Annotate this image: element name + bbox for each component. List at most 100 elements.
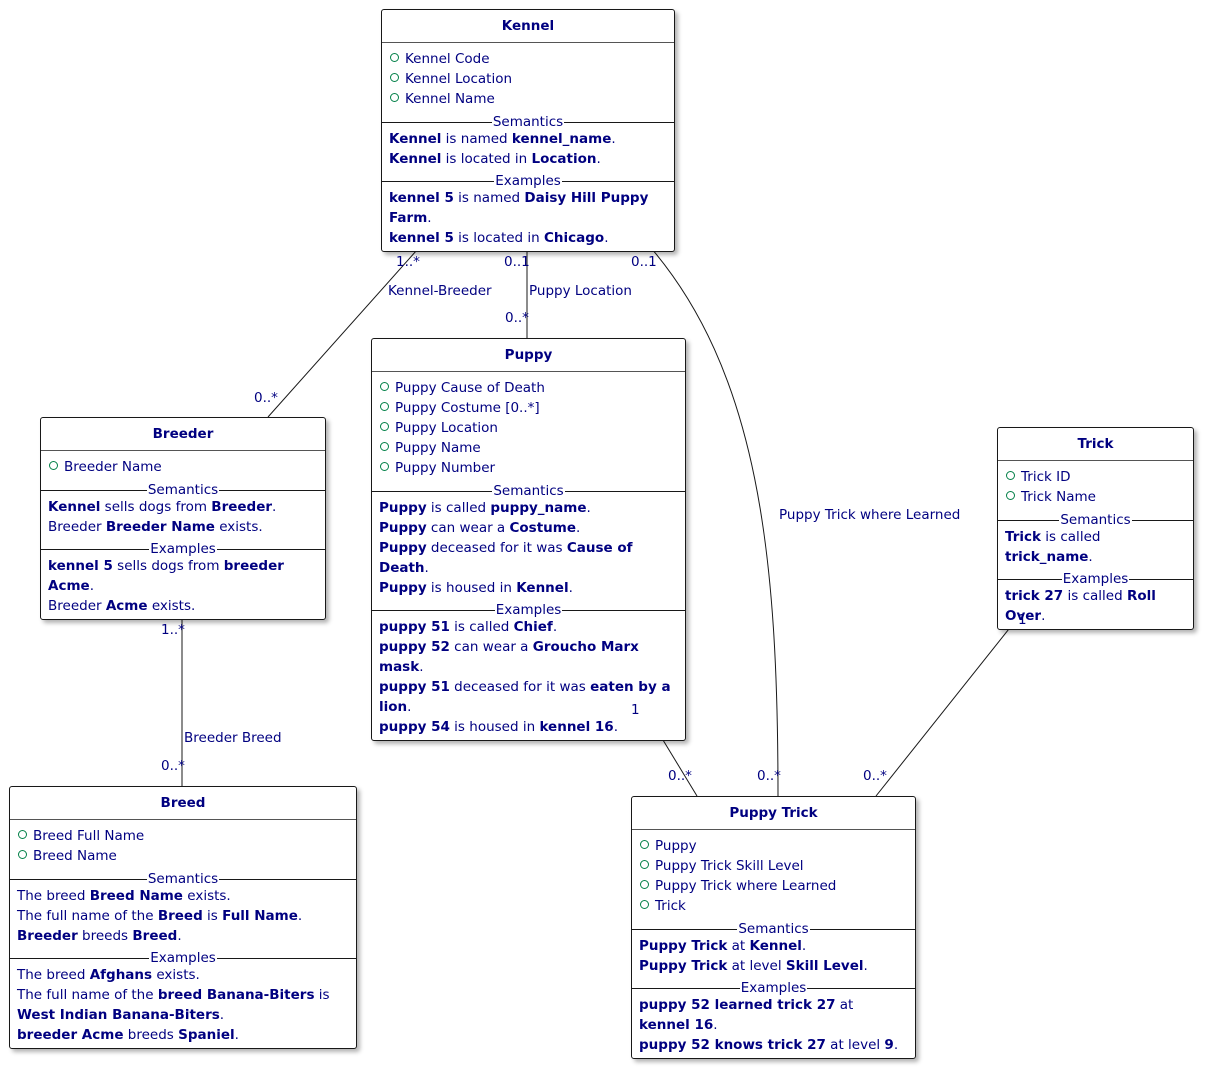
examples-line: trick 27 is called Roll Over. (1005, 586, 1186, 626)
attribute-name: Puppy Location (395, 420, 498, 436)
attribute-name: Puppy (655, 838, 697, 854)
bold-term: Breeder (17, 928, 78, 944)
public-attribute-circle-icon (49, 461, 58, 470)
class-title: Puppy Trick (632, 797, 915, 830)
examples-line: breeder Acme breeds Spaniel. (17, 1025, 349, 1045)
semantics-line: Kennel is named kennel_name. (389, 129, 667, 149)
text: is (202, 908, 223, 924)
text: is (314, 987, 330, 1003)
bold-term: Acme (105, 598, 148, 614)
examples-separator: Examples (382, 174, 674, 188)
examples-list: kennel 5 sells dogs from breeder Acme. Br… (41, 556, 325, 619)
text: is located in (453, 230, 545, 246)
attribute-name: Puppy Cause of Death (395, 380, 545, 396)
semantics-list: Kennel sells dogs from Breeder. Breeder B… (41, 497, 325, 540)
text: can wear a (426, 520, 510, 536)
public-attribute-circle-icon (380, 462, 389, 471)
bold-term: puppy 51 (379, 619, 450, 635)
examples-line: The full name of the breed Banana-Biters… (17, 985, 349, 1025)
attribute: Breeder Name (49, 457, 317, 477)
bold-term: Breeder Name (105, 519, 215, 535)
class-breed[interactable]: Breed Breed Full Name Breed Name Semantics T… (9, 786, 357, 1049)
semantics-line: Puppy is called puppy_name. (379, 498, 678, 518)
text: . (596, 151, 601, 167)
semantics-line: Puppy can wear a Costume. (379, 518, 678, 538)
text: at (835, 997, 854, 1013)
text: . (893, 1037, 899, 1053)
semantics-separator: Semantics (382, 115, 674, 129)
public-attribute-circle-icon (390, 73, 399, 82)
public-attribute-circle-icon (640, 880, 649, 889)
semantics-separator: Semantics (41, 483, 325, 497)
from-multiplicity: 0..1 (504, 254, 530, 270)
semantics-list: Trick is called trick_name. (998, 527, 1193, 570)
class-puppy[interactable]: Puppy Puppy Cause of Death Puppy Costume [… (371, 338, 686, 741)
public-attribute-circle-icon (390, 53, 399, 62)
semantics-separator: Semantics (372, 484, 685, 498)
examples-heading: Examples (494, 173, 562, 189)
bold-term: trick 27 (1005, 588, 1064, 604)
examples-separator: Examples (632, 981, 915, 995)
text: . (863, 958, 868, 974)
attribute-name: Puppy Costume [0..*] (395, 400, 540, 416)
attribute-list: Trick ID Trick Name (998, 461, 1193, 511)
text: exists. (152, 967, 200, 983)
bold-term: Full Name (222, 908, 298, 924)
association-name: Puppy Location (529, 283, 632, 299)
text: The breed (17, 888, 90, 904)
text: sells dogs from (100, 499, 212, 515)
from-multiplicity: 1..* (396, 254, 420, 270)
semantics-line: Breeder Breeder Name exists. (48, 517, 318, 537)
attribute-list: Breeder Name (41, 451, 325, 481)
text: . (177, 928, 182, 944)
bold-term: Location (531, 151, 597, 167)
class-puppy-trick[interactable]: Puppy Trick Puppy Puppy Trick Skill Level P… (631, 796, 916, 1059)
text: . (419, 659, 424, 675)
attribute: Trick (640, 896, 907, 916)
public-attribute-circle-icon (380, 402, 389, 411)
bold-term: Spaniel (178, 1027, 235, 1043)
examples-line: puppy 54 is housed in kennel 16. (379, 717, 678, 737)
class-trick[interactable]: Trick Trick ID Trick Name Semantics Trick is… (997, 427, 1194, 630)
to-multiplicity: 0..* (505, 310, 529, 326)
attribute-name: Kennel Name (405, 91, 495, 107)
class-kennel[interactable]: Kennel Kennel Code Kennel Location Kennel N… (381, 9, 675, 252)
attribute-name: Breed Full Name (33, 828, 145, 844)
class-breeder[interactable]: Breeder Breeder Name Semantics Kennel sells… (40, 417, 326, 620)
bold-term: Costume (509, 520, 577, 536)
attribute: Puppy (640, 836, 907, 856)
text: is housed in (449, 719, 540, 735)
public-attribute-circle-icon (1006, 491, 1015, 500)
text: deceased for it was (449, 679, 591, 695)
text: . (407, 699, 412, 715)
semantics-list: Puppy Trick at Kennel. Puppy Trick at lev… (632, 936, 915, 979)
bold-term: Kennel (749, 938, 802, 954)
attribute: Puppy Name (380, 438, 677, 458)
text: at (727, 938, 750, 954)
bold-term: Puppy Trick (639, 958, 728, 974)
bold-term: Chicago (544, 230, 605, 246)
semantics-line: Puppy is housed in Kennel. (379, 578, 678, 598)
text: exists. (147, 598, 196, 614)
bold-term: Chief (513, 619, 553, 635)
bold-term: Puppy (379, 540, 427, 556)
bold-term: kennel 5 (389, 230, 454, 246)
to-multiplicity: 0..* (254, 390, 278, 406)
class-title: Trick (998, 428, 1193, 461)
attribute-list: Kennel Code Kennel Location Kennel Name (382, 43, 674, 113)
bold-term: kennel 16 (539, 719, 614, 735)
semantics-separator: Semantics (998, 513, 1193, 527)
text: . (297, 908, 303, 924)
bold-term: puppy 52 (379, 639, 450, 655)
attribute-name: Kennel Code (405, 51, 490, 67)
semantics-line: Kennel is located in Location. (389, 149, 667, 169)
text: . (586, 500, 591, 516)
attribute: Puppy Trick Skill Level (640, 856, 907, 876)
to-multiplicity: 0..* (161, 758, 185, 774)
text: can wear a (449, 639, 533, 655)
examples-list: puppy 51 is called Chief. puppy 52 can we… (372, 617, 685, 740)
examples-list: kennel 5 is named Daisy Hill Puppy Farm.… (382, 188, 674, 251)
examples-line: puppy 52 can wear a Groucho Marx mask. (379, 637, 678, 677)
bold-term: Puppy Trick (639, 938, 728, 954)
from-multiplicity: 1 (1018, 612, 1027, 628)
